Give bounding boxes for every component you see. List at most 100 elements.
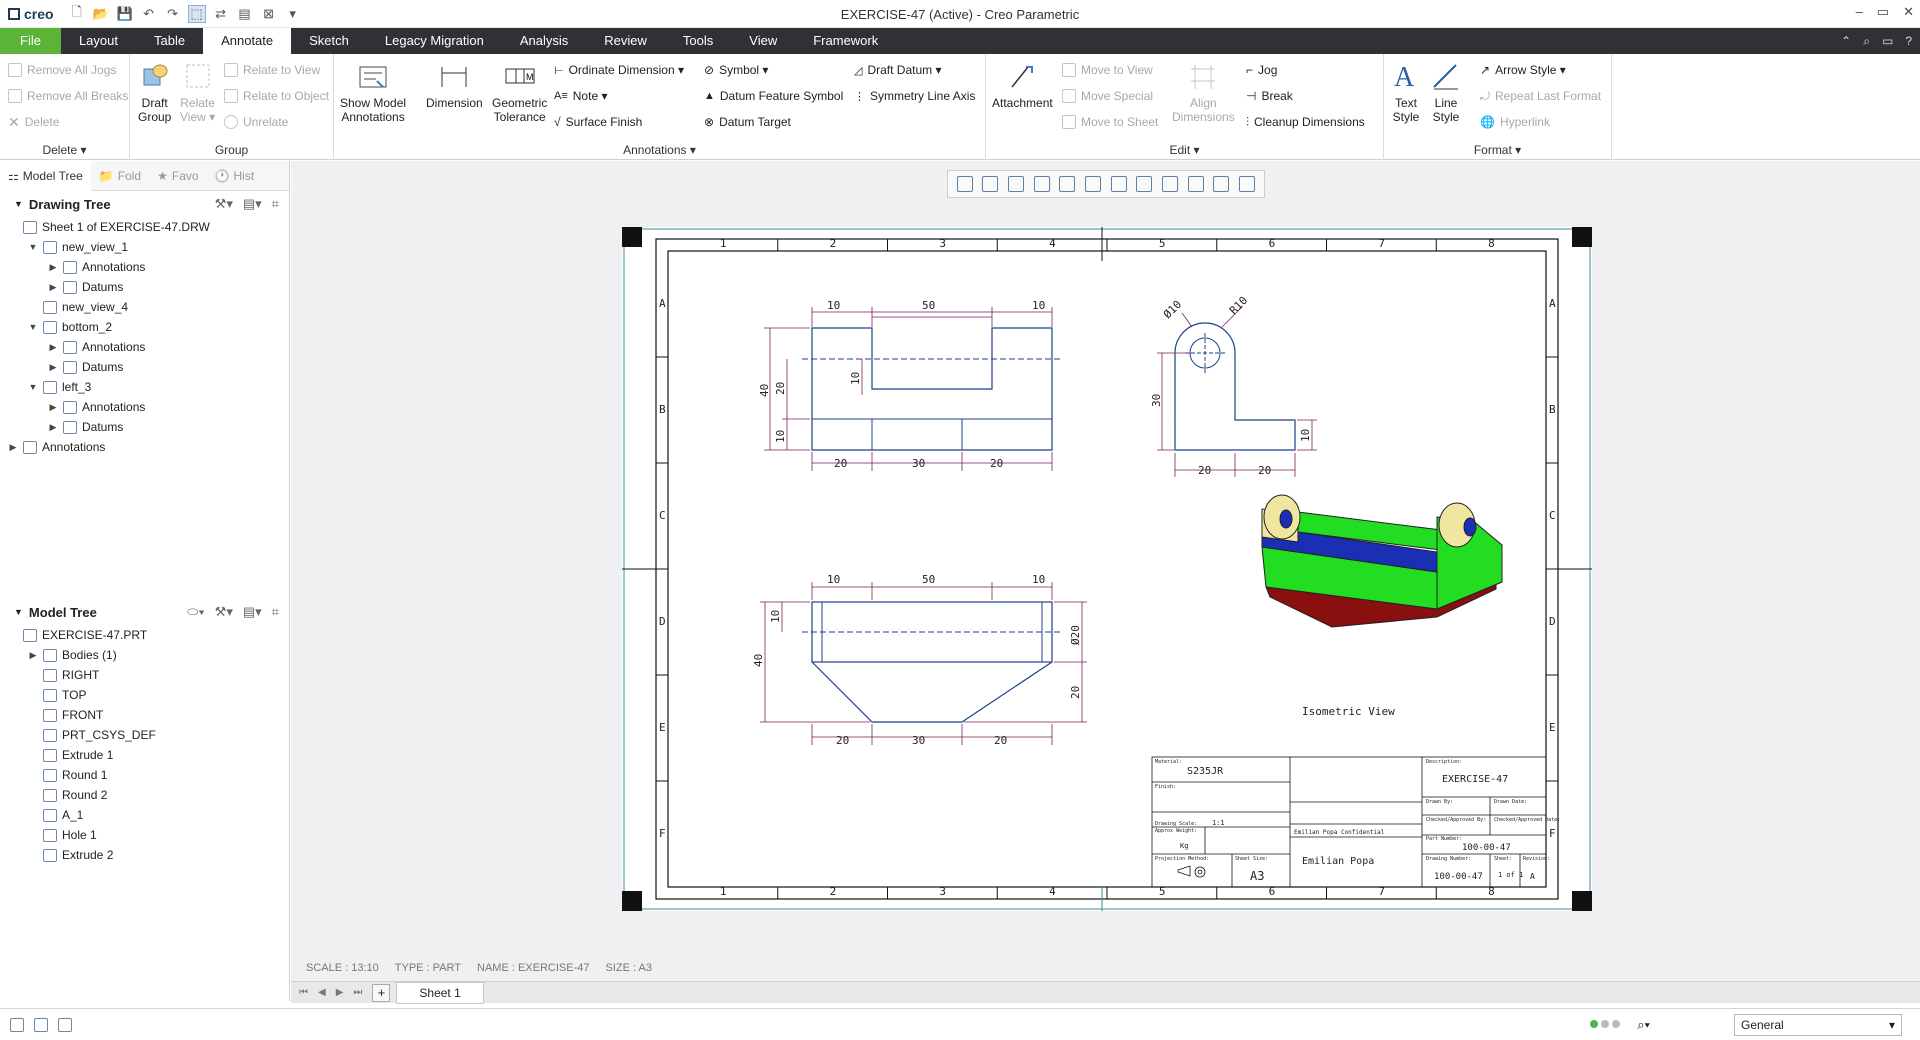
drawing-tree-node[interactable]: ▶ Datums [0, 277, 289, 297]
group-label-format[interactable]: Format ▾ [1384, 143, 1611, 157]
close-button[interactable]: ✕ [1903, 4, 1914, 20]
drawing-tree-node[interactable]: ▼ new_view_1 [0, 237, 289, 257]
axis-display-icon[interactable] [1187, 176, 1204, 192]
display-style-icon[interactable] [1059, 176, 1076, 192]
model-tree-node[interactable]: EXERCISE-47.PRT [0, 625, 289, 645]
group-label-annotations[interactable]: Annotations ▾ [334, 143, 985, 157]
redo-icon[interactable]: ↷ [164, 5, 182, 23]
navigator-toggle-icon[interactable] [10, 1017, 24, 1032]
regenerate-icon[interactable]: ⇄ [212, 5, 230, 23]
drawing-tree-node[interactable]: ▶ Datums [0, 357, 289, 377]
tree-settings-icon[interactable]: ⚒▾ [215, 604, 233, 620]
drawing-tree-node[interactable]: Sheet 1 of EXERCISE-47.DRW [0, 217, 289, 237]
drawing-tree-node[interactable]: ▶ Annotations [0, 337, 289, 357]
expand-toggle-icon[interactable]: ▶ [8, 442, 18, 453]
line-style-button[interactable]: Line Style [1430, 60, 1462, 124]
symbol-button[interactable]: ⊘ Symbol ▾ [704, 60, 768, 80]
point-display-icon[interactable] [1213, 176, 1230, 192]
repeat-last-format-button[interactable]: ⤾ Repeat Last Format [1480, 86, 1601, 106]
model-tree-node[interactable]: A_1 [0, 805, 289, 825]
model-tree-header[interactable]: ▼ Model Tree ⬭▾ ⚒▾ ▤▾ ⌗ [0, 599, 289, 625]
next-sheet-icon[interactable]: ▶ [336, 987, 344, 998]
model-tree-node[interactable]: FRONT [0, 705, 289, 725]
tab-annotate[interactable]: Annotate [203, 28, 292, 54]
maximize-button[interactable]: ▭ [1877, 4, 1889, 20]
navigator-tab-history[interactable]: 🕐 Hist [207, 161, 263, 191]
tree-columns-icon[interactable]: ▤▾ [243, 196, 262, 212]
datum-display-icon[interactable] [1136, 176, 1153, 192]
model-tree-node[interactable]: TOP [0, 685, 289, 705]
browser-toggle-icon[interactable] [34, 1017, 48, 1032]
save-icon[interactable]: 💾 [116, 5, 134, 23]
add-sheet-button[interactable]: + [372, 983, 391, 1002]
help-icon[interactable]: ? [1905, 34, 1912, 49]
find-icon[interactable]: ⌕▾ [1637, 1017, 1650, 1033]
annotation-display-icon[interactable] [1162, 176, 1179, 192]
group-label-edit[interactable]: Edit ▾ [986, 143, 1383, 157]
expand-toggle-icon[interactable]: ▶ [48, 342, 58, 353]
move-special-button[interactable]: Move Special [1062, 86, 1153, 106]
relate-to-view-button[interactable]: Relate to View [224, 60, 320, 80]
drawing-tree-node[interactable]: ▼ bottom_2 [0, 317, 289, 337]
drawing-tree-node[interactable]: ▼ left_3 [0, 377, 289, 397]
tab-sketch[interactable]: Sketch [291, 28, 367, 54]
align-dimensions-button[interactable]: Align Dimensions [1172, 60, 1235, 124]
model-tree-node[interactable]: Hole 1 [0, 825, 289, 845]
move-to-view-button[interactable]: Move to View [1062, 60, 1153, 80]
model-tree-node[interactable]: ▶ Bodies (1) [0, 645, 289, 665]
tab-review[interactable]: Review [586, 28, 665, 54]
drawing-tree-node[interactable]: new_view_4 [0, 297, 289, 317]
view-manager-icon[interactable] [1110, 176, 1127, 192]
remove-all-jogs-button[interactable]: Remove All Jogs [8, 60, 116, 80]
expand-toggle-icon[interactable]: ▼ [28, 322, 38, 332]
group-label-delete[interactable]: Delete ▾ [0, 143, 129, 157]
prev-sheet-icon[interactable]: ◀ [318, 987, 326, 998]
repaint-icon[interactable] [1033, 176, 1050, 192]
model-tree-node[interactable]: RIGHT [0, 665, 289, 685]
model-tree-node[interactable]: Round 1 [0, 765, 289, 785]
toggle-panel-icon[interactable]: ▭ [1882, 34, 1893, 49]
tree-filter-icon[interactable]: ⌗ [272, 196, 279, 212]
model-tree-node[interactable]: Extrude 1 [0, 745, 289, 765]
geometric-tolerance-button[interactable]: M Geometric Tolerance [492, 60, 547, 124]
expand-toggle-icon[interactable]: ▶ [48, 402, 58, 413]
model-tree-node[interactable]: Extrude 2 [0, 845, 289, 865]
datum-feature-symbol-button[interactable]: ▲ Datum Feature Symbol [704, 86, 843, 106]
remove-all-breaks-button[interactable]: Remove All Breaks [8, 86, 128, 106]
tree-filter-icon[interactable]: ⌗ [272, 604, 279, 620]
surface-finish-button[interactable]: √ Surface Finish [554, 112, 642, 132]
sheet-tab-1[interactable]: Sheet 1 [396, 981, 484, 1004]
note-button[interactable]: A≡ Note ▾ [554, 86, 607, 106]
zoom-in-icon[interactable] [982, 176, 999, 192]
dimension-button[interactable]: Dimension [426, 60, 483, 110]
expand-toggle-icon[interactable]: ▶ [48, 262, 58, 273]
model-tree-node[interactable]: PRT_CSYS_DEF [0, 725, 289, 745]
relate-to-object-button[interactable]: Relate to Object [224, 86, 329, 106]
delete-button[interactable]: ✕ Delete [8, 112, 59, 132]
close-window-icon[interactable]: ⊠ [260, 5, 278, 23]
saved-orientations-icon[interactable] [1085, 176, 1102, 192]
collapse-ribbon-icon[interactable]: ⌃ [1841, 34, 1851, 49]
minimize-button[interactable]: – [1856, 4, 1863, 20]
selection-filter-select[interactable]: General ▾ [1734, 1014, 1902, 1036]
expand-toggle-icon[interactable]: ▶ [48, 422, 58, 433]
text-style-button[interactable]: A Text Style [1390, 60, 1422, 124]
first-sheet-icon[interactable]: ⏮ [299, 987, 308, 998]
zoom-out-icon[interactable] [1008, 176, 1025, 192]
expand-toggle-icon[interactable]: ▼ [28, 242, 38, 252]
arrow-style-button[interactable]: ↗ Arrow Style ▾ [1480, 60, 1566, 80]
regen-status-icon[interactable] [1590, 1020, 1620, 1028]
drawing-tree-node[interactable]: ▶ Annotations [0, 257, 289, 277]
tab-layout[interactable]: Layout [61, 28, 136, 54]
new-file-icon[interactable]: 🗋 [68, 4, 86, 23]
navigator-tab-model-tree[interactable]: ⚏ Model Tree [0, 160, 91, 191]
cleanup-dimensions-button[interactable]: ⫶ Cleanup Dimensions [1246, 112, 1365, 132]
expand-toggle-icon[interactable]: ▶ [48, 362, 58, 373]
symmetry-line-axis-button[interactable]: ⋮ Symmetry Line Axis [854, 86, 975, 106]
navigator-tab-favorites[interactable]: ★ Favo [149, 161, 206, 191]
windows-icon[interactable]: ▤ [236, 5, 254, 23]
command-search-icon[interactable]: ⌕ [1863, 34, 1870, 49]
tab-view[interactable]: View [731, 28, 795, 54]
drawing-tree-header[interactable]: ▼ Drawing Tree ⚒▾ ▤▾ ⌗ [0, 191, 289, 217]
tab-analysis[interactable]: Analysis [502, 28, 586, 54]
